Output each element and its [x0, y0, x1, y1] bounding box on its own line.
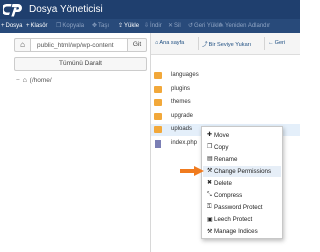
file-name: uploads [171, 126, 193, 132]
menu-item-delete[interactable]: ✖ Delete [203, 178, 281, 189]
app-title: Dosya Yöneticisi [29, 4, 103, 15]
upload-icon: ⇪ [118, 23, 124, 29]
nav-separator [198, 37, 199, 50]
toolbar-button-label: Kopyala [62, 23, 85, 29]
nav-button-label: Geri [274, 40, 286, 46]
folder-icon [154, 72, 162, 79]
copy-icon: ❐ [56, 23, 62, 29]
path-input[interactable] [30, 38, 128, 52]
rename-icon: ▤ [207, 156, 213, 163]
toolbar-klas-r-button[interactable]: +Klasör [26, 20, 48, 32]
menu-item-rename[interactable]: ▤ Rename [203, 154, 281, 165]
folder-icon [154, 112, 162, 120]
toolbar-ta-button[interactable]: ✥Taşı [92, 20, 109, 32]
copy-icon: ❐ [207, 144, 213, 151]
menu-item-compress[interactable]: ⤡ Compress [203, 191, 281, 202]
menu-item-label: Compress [214, 192, 243, 199]
toolbar-button-label: Klasör [30, 23, 48, 29]
file-name: languages [171, 72, 199, 78]
menu-item-label: Leech Protect [214, 216, 253, 224]
annotation-arrow-icon [180, 166, 204, 176]
home-icon: ⌂ [20, 40, 25, 49]
menu-item-label: Password Protect [214, 204, 263, 212]
level-up-icon: ⤴ [202, 42, 208, 48]
file-name: themes [171, 99, 191, 105]
menu-item-change-permissions[interactable]: ⚒ Change Permissions [203, 166, 281, 177]
file-name: plugins [171, 85, 191, 92]
nav-button-label: Bir Seviye Yukarı [208, 42, 252, 48]
navigation-bar: ⌂Ana sayfa ⤴Bir Seviye Yukarı ←Geri [151, 33, 300, 55]
nav-geri-button[interactable]: ←Geri [268, 40, 285, 46]
plus-icon: + [1, 23, 5, 29]
toolbar-yeniden-adland-r-button[interactable]: ✎Yeniden Adlandır [219, 20, 270, 32]
restore-icon: ↺ [188, 23, 194, 29]
toolbar-button-label: Sil [174, 23, 181, 29]
context-menu: ✚ Move ❐ Copy ▤ Rename ⚒ Change Permissions ✖ Del… [201, 126, 283, 239]
file-row[interactable]: upgrade [151, 111, 300, 123]
plus-icon: + [26, 23, 30, 29]
delete-icon: ✕ [168, 23, 174, 29]
file-row[interactable]: languages [151, 70, 300, 82]
toolbar-geri-y-kle-button[interactable]: ↺Geri Yükle [188, 20, 222, 32]
menu-item-copy[interactable]: ❐ Copy [203, 142, 281, 153]
nav-ana-sayfa-button[interactable]: ⌂Ana sayfa [155, 40, 184, 46]
wrench-icon: ⚒ [207, 168, 213, 175]
menu-item-label: Rename [214, 155, 238, 163]
move-icon: ✚ [207, 132, 213, 138]
folder-icon [154, 99, 162, 106]
menu-item-label: Manage Indices [214, 228, 258, 236]
home-icon: ⌂ [155, 40, 159, 46]
tree-root-label: (/home/ [29, 77, 52, 84]
home-directory-button[interactable]: ⌂ [14, 38, 30, 52]
nav-separator [264, 37, 265, 50]
toolbar-button-label: Yükle [124, 23, 140, 29]
key-icon: ⚿ [207, 203, 212, 210]
lock-icon: ▣ [207, 216, 213, 223]
menu-item-label: Delete [214, 179, 232, 187]
menu-item-label: Copy [214, 143, 229, 151]
nav-bir-seviye-yukar-button[interactable]: ⤴Bir Seviye Yukarı [202, 40, 251, 48]
nav-button-label: Ana sayfa [159, 40, 185, 46]
tree-root-item[interactable]: − ⌂ (/home/ [16, 77, 52, 84]
menu-item-password-protect[interactable]: ⚿ Password Protect [203, 203, 281, 214]
toolbar-button-label: Taşı [98, 23, 110, 29]
menu-item-leech-protect[interactable]: ▣ Leech Protect [203, 215, 281, 226]
collapse-toggle-icon[interactable]: − [16, 77, 20, 84]
toolbar-kopyala-button[interactable]: ❐Kopyala [56, 20, 84, 32]
go-button[interactable]: Git [128, 38, 147, 52]
toolbar-button-label: Dosya [5, 23, 23, 29]
delete-icon: ✖ [207, 180, 213, 187]
download-icon: ⇩ [144, 23, 150, 29]
toolbar: +Dosya +Klasör ❐Kopyala ✥Taşı ⇪Yükle ⇩İndir ✕S… [0, 19, 300, 33]
cpanel-logo-icon [3, 4, 22, 17]
menu-item-label: Change Permissions [214, 167, 272, 175]
file-name: upgrade [171, 112, 194, 119]
file-row[interactable]: plugins [151, 84, 300, 96]
file-name: index.php [171, 139, 198, 146]
toolbar-button-label: İndir [150, 23, 162, 29]
folder-icon [154, 85, 162, 93]
file-row[interactable]: themes [151, 97, 300, 109]
home-icon: ⌂ [22, 77, 27, 84]
rename-icon: ✎ [219, 23, 225, 29]
wrench-icon: ⚒ [207, 228, 213, 235]
title-bar: Dosya Yöneticisi [0, 0, 300, 19]
move-icon: ✥ [92, 23, 98, 29]
directory-tree-panel: ⌂ Git Tümünü Daralt − ⌂ (/home/ [0, 33, 150, 252]
toolbar-button-label: Geri Yükle [194, 23, 222, 29]
menu-item-move[interactable]: ✚ Move [203, 130, 281, 141]
toolbar-i-ndir-button[interactable]: ⇩İndir [144, 20, 162, 32]
php-file-icon [155, 139, 161, 148]
menu-item-label: Move [214, 131, 230, 139]
toolbar-dosya-button[interactable]: +Dosya [1, 20, 23, 32]
folder-icon [154, 126, 162, 133]
toolbar-y-kle-button[interactable]: ⇪Yükle [118, 20, 139, 32]
toolbar-sil-button[interactable]: ✕Sil [168, 20, 181, 32]
menu-item-manage-indices[interactable]: ⚒ Manage Indices [203, 227, 281, 238]
collapse-all-button[interactable]: Tümünü Daralt [14, 57, 147, 71]
compress-icon: ⤡ [207, 191, 212, 198]
toolbar-button-label: Yeniden Adlandır [225, 23, 271, 29]
back-arrow-icon: ← [268, 40, 274, 46]
